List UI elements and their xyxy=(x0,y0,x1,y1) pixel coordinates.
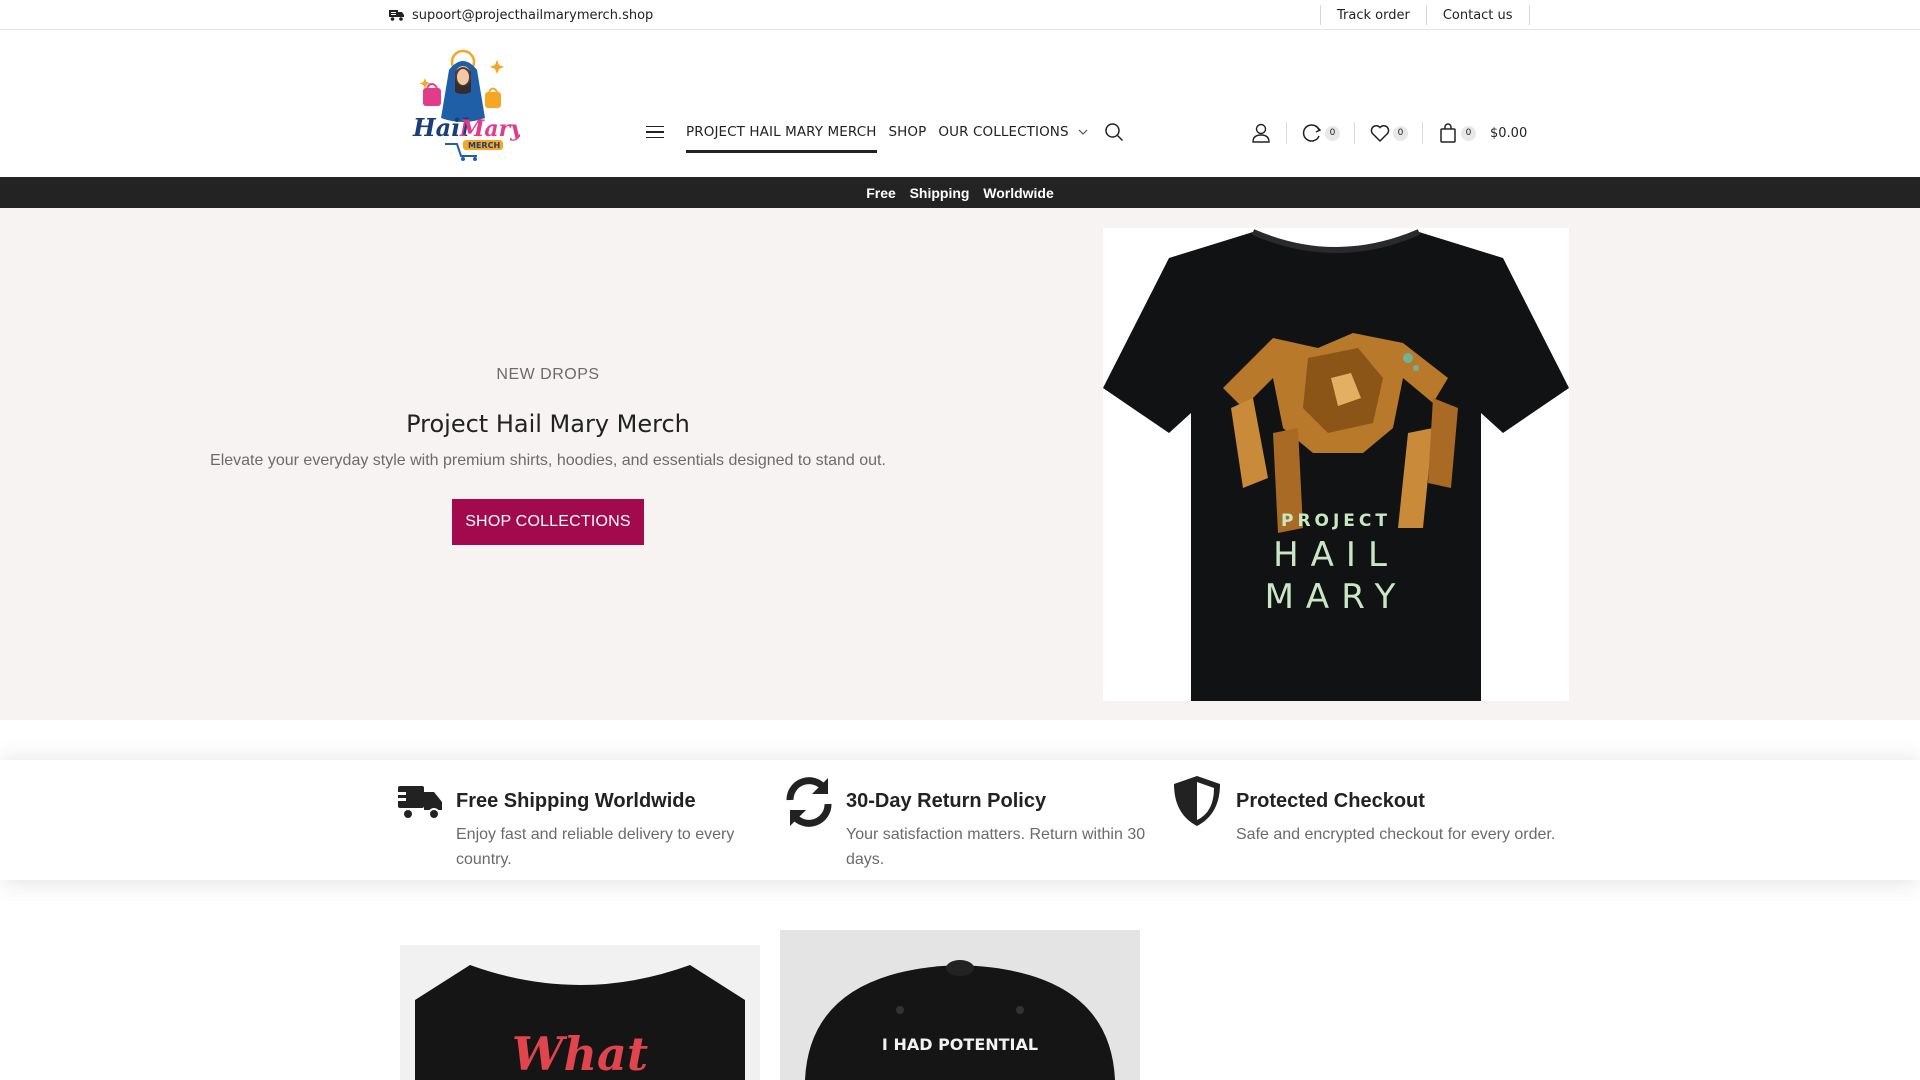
feature-text: Safe and encrypted checkout for every or… xyxy=(1236,826,1556,843)
nav-shop[interactable]: SHOP xyxy=(889,118,927,146)
product-image: I HAD POTENTIAL xyxy=(805,960,1115,1080)
cart-total[interactable]: $0.00 xyxy=(1490,126,1527,141)
divider xyxy=(1528,5,1530,25)
divider xyxy=(1422,122,1423,144)
feature-text: Your satisfaction matters. Return within… xyxy=(846,826,1146,868)
hero-eyebrow: NEW DROPS xyxy=(496,366,600,383)
site-header: Hail Mary MERCH PROJECT HAIL MARY MERCH … xyxy=(0,30,1920,177)
truck-icon xyxy=(392,786,442,820)
cart-count-badge: 0 xyxy=(1461,125,1476,141)
feature-title: 30-Day Return Policy xyxy=(846,790,1047,812)
shield-icon xyxy=(1174,776,1220,826)
product-card[interactable]: I HAD POTENTIAL xyxy=(780,930,1140,1080)
support-email-text[interactable]: supoort@projecthailmarymerch.shop xyxy=(412,8,653,23)
hero-product-image[interactable]: PROJECT HAIL MARY xyxy=(1103,228,1569,701)
feature-title: Free Shipping Worldwide xyxy=(456,790,696,812)
hero-section: NEW DROPS Project Hail Mary Merch Elevat… xyxy=(0,208,1920,720)
hero-subtitle: Elevate your everyday style with premium… xyxy=(210,452,886,469)
svg-text:MERCH: MERCH xyxy=(468,141,500,150)
feature-title: Protected Checkout xyxy=(1236,790,1425,812)
nav-our-collections[interactable]: OUR COLLECTIONS xyxy=(938,118,1088,146)
heart-icon xyxy=(1370,125,1390,143)
compare-count-badge: 0 xyxy=(1325,125,1340,141)
support-email[interactable]: supoort@projecthailmarymerch.shop xyxy=(389,0,653,30)
hamburger-menu-icon[interactable] xyxy=(646,122,666,142)
nav-project-hail-mary-merch[interactable]: PROJECT HAIL MARY MERCH xyxy=(686,118,877,153)
hero-title: Project Hail Mary Merch xyxy=(406,410,690,438)
header-actions: 0 0 0 $0.00 xyxy=(1250,119,1527,147)
refresh-icon xyxy=(786,777,832,827)
nav-our-collections-label: OUR COLLECTIONS xyxy=(938,124,1069,140)
bag-icon xyxy=(1440,123,1456,143)
search-icon[interactable] xyxy=(1104,122,1124,142)
site-logo[interactable]: Hail Mary MERCH xyxy=(405,48,520,163)
user-icon xyxy=(1252,123,1270,143)
compare-button[interactable]: 0 xyxy=(1301,122,1340,144)
tshirt-text-project: PROJECT xyxy=(1281,511,1391,531)
divider xyxy=(1354,122,1355,144)
track-order-link[interactable]: Track order xyxy=(1321,8,1426,23)
wishlist-button[interactable]: 0 xyxy=(1369,122,1408,144)
truck-small-icon xyxy=(389,10,404,21)
account-button[interactable] xyxy=(1250,122,1272,144)
tshirt-text-mary: MARY xyxy=(1265,577,1408,617)
top-links: Track order Contact us xyxy=(1320,0,1530,30)
product-card[interactable]: What xyxy=(400,945,760,1080)
cart-button[interactable]: 0 $0.00 xyxy=(1437,122,1527,144)
feature-text: Enjoy fast and reliable delivery to ever… xyxy=(456,826,735,868)
product-image-text: I HAD POTENTIAL xyxy=(882,1035,1038,1054)
tshirt-text-hail: HAIL xyxy=(1273,535,1399,575)
contact-us-link[interactable]: Contact us xyxy=(1427,8,1529,23)
shop-collections-button[interactable]: SHOP COLLECTIONS xyxy=(452,499,644,545)
announcement-bar: Free Shipping Worldwide xyxy=(0,177,1920,208)
announcement-text: Free Shipping Worldwide xyxy=(866,184,1054,201)
product-image-text: What xyxy=(512,1027,648,1080)
divider xyxy=(1286,122,1287,144)
wishlist-count-badge: 0 xyxy=(1393,125,1408,141)
main-nav: PROJECT HAIL MARY MERCH SHOP OUR COLLECT… xyxy=(686,118,1088,153)
features-strip: Free Shipping Worldwide Enjoy fast and r… xyxy=(0,760,1920,880)
top-bar: supoort@projecthailmarymerch.shop Track … xyxy=(0,0,1920,30)
compare-icon xyxy=(1302,124,1322,142)
product-image: What xyxy=(415,965,745,1080)
tshirt-image: PROJECT HAIL MARY xyxy=(1103,229,1569,701)
chevron-down-icon xyxy=(1078,129,1088,135)
svg-text:Mary: Mary xyxy=(459,116,520,142)
